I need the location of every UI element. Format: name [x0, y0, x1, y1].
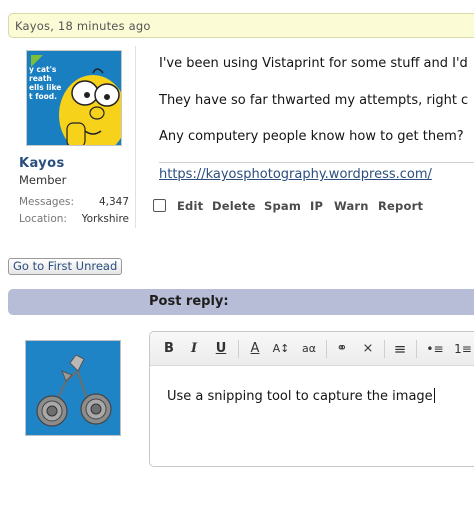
post-header-bar: Kayos, 18 minutes ago [8, 13, 474, 38]
spam-link[interactable]: Spam [264, 199, 301, 213]
post-reply-header: Post reply: [8, 289, 474, 315]
link-button[interactable]: ⚭ [332, 340, 352, 358]
bold-button[interactable]: B [160, 340, 178, 358]
warn-link[interactable]: Warn [334, 199, 369, 213]
user-avatar[interactable]: y cat's reath ells like t food. [26, 50, 122, 146]
signature-divider [159, 162, 474, 163]
user-title: Member [19, 173, 67, 187]
location-value[interactable]: Yorkshire [82, 213, 129, 225]
reply-editor[interactable]: B I U A A↕ aα ⚭ ⨯ ≡ •≡ 1≡ Use a snipping… [149, 331, 474, 467]
bullet-list-button[interactable]: •≡ [424, 340, 446, 358]
post-author-time: Kayos, 18 minutes ago [15, 19, 151, 33]
select-post-checkbox[interactable] [153, 199, 166, 212]
text-caret [433, 388, 435, 403]
toolbar-separator [326, 340, 327, 358]
editor-content-text: Use a snipping tool to capture the image [167, 389, 433, 404]
post-reply-title: Post reply: [149, 294, 229, 309]
post-body-line-2: They have so far thwarted my attempts, r… [159, 93, 469, 108]
font-size-button[interactable]: A↕ [270, 340, 292, 358]
editor-content[interactable]: Use a snipping tool to capture the image [167, 388, 435, 404]
font-family-button[interactable]: aα [298, 340, 320, 358]
post-body-line-1: I've been using Vistaprint for some stuf… [159, 56, 468, 71]
align-button[interactable]: ≡ [390, 340, 410, 358]
post-body-line-3: Any computery people know how to get the… [159, 129, 464, 144]
signature-link[interactable]: https://kayosphotography.wordpress.com/ [159, 167, 432, 182]
toolbar-separator [416, 340, 417, 358]
number-list-button[interactable]: 1≡ [452, 340, 474, 358]
delete-link[interactable]: Delete [212, 199, 256, 213]
location-label: Location: [19, 213, 67, 225]
username[interactable]: Kayos [19, 156, 65, 171]
reply-avatar[interactable] [25, 340, 121, 436]
report-link[interactable]: Report [378, 199, 423, 213]
toolbar-separator [238, 340, 239, 358]
toolbar-separator [384, 340, 385, 358]
metal-roses-image [26, 341, 120, 435]
ip-link[interactable]: IP [310, 199, 323, 213]
editor-toolbar: B I U A A↕ aα ⚭ ⨯ ≡ •≡ 1≡ [150, 332, 474, 366]
unlink-button[interactable]: ⨯ [358, 340, 378, 358]
user-info-panel: y cat's reath ells like t food. Kayos Me… [8, 46, 136, 228]
messages-count[interactable]: 4,347 [99, 196, 129, 208]
font-color-button[interactable]: A [246, 340, 264, 358]
messages-label: Messages: [19, 196, 75, 208]
underline-button[interactable]: U [212, 340, 230, 358]
italic-button[interactable]: I [186, 340, 202, 358]
go-to-first-unread-button[interactable]: Go to First Unread [8, 258, 123, 275]
avatar-caption: y cat's reath ells like t food. [29, 65, 62, 101]
edit-link[interactable]: Edit [177, 199, 203, 213]
